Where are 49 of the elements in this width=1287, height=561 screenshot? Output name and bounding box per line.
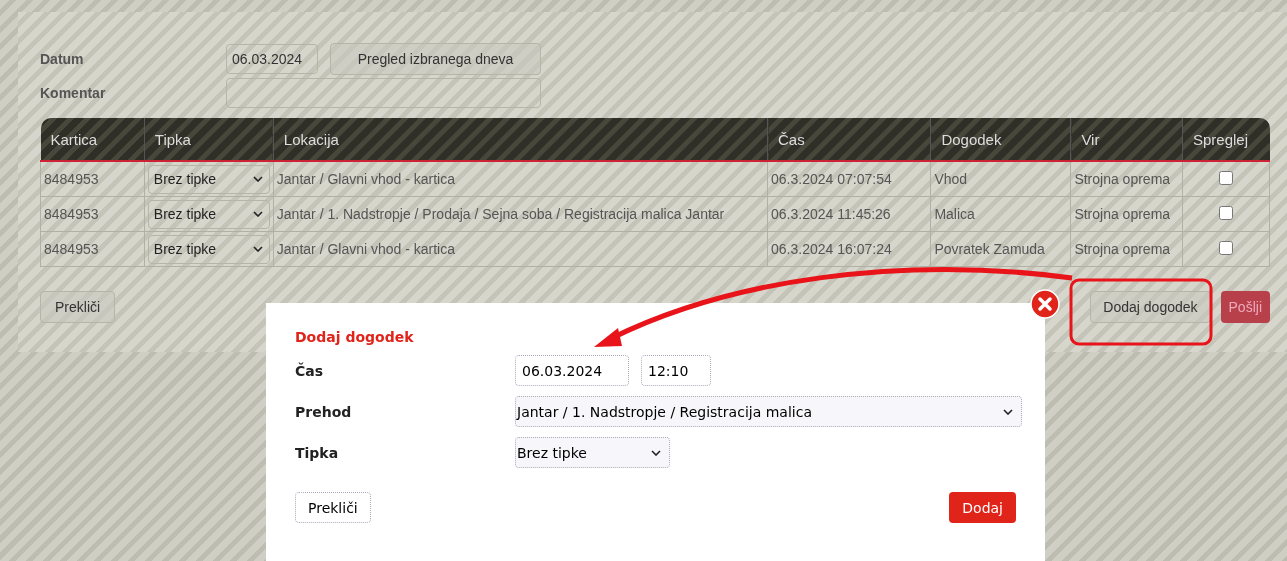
view-day-button[interactable]: Pregled izbranega dneva [330,43,541,75]
cancel-button[interactable]: Prekliči [40,291,116,323]
column-header: Spreglej [1182,118,1270,161]
close-icon[interactable] [1030,289,1060,319]
table-cell: Jantar / Glavni vhod - kartica [273,231,768,267]
table-cell: Vhod [930,161,1071,197]
add-event-button[interactable]: Dodaj dogodek [1090,291,1211,323]
field-label: Čas [295,362,325,379]
field-label: Tipka [295,444,340,461]
key-select[interactable]: Brez tipke [147,199,270,229]
column-header: Čas [767,118,931,161]
table-cell: 06.3.2024 16:07:24 [767,231,931,267]
dropdown[interactable]: Jantar / 1. Nadstropje / Registracija malica [515,396,1022,427]
key-select[interactable]: Brez tipke [147,234,270,264]
add-button[interactable]: Dodaj [949,492,1016,523]
dialog-title: Dodaj dogodek [295,329,415,345]
review-checkbox[interactable] [1219,240,1233,255]
table-cell: Povratek Zamuda [930,231,1071,267]
review-checkbox[interactable] [1219,205,1233,220]
caret-icon [651,449,661,456]
table-cell: Malica [930,196,1071,232]
table-cell: 06.3.2024 11:45:26 [767,196,931,232]
column-header: Tipka [144,118,274,161]
table-cell: 06.3.2024 07:07:54 [767,161,931,197]
caret-icon [252,176,263,182]
table-cell: Strojna oprema [1070,161,1183,197]
date-field[interactable]: 06.03.2024 [226,44,318,74]
column-header: Vir [1070,118,1183,161]
column-header: Dogodek [930,118,1071,161]
table-cell: 8484953 [40,196,145,232]
column-header: Lokacija [273,118,768,161]
caret-icon [252,246,263,252]
table-cell: Jantar / 1. Nadstropje / Prodaja / Sejna soba / Registracija malica Jantar [273,196,768,232]
cancel-button[interactable]: Prekliči [295,492,371,523]
column-header: Kartica [40,118,145,161]
field-label: Datum [40,51,85,67]
comment-field[interactable] [226,78,541,108]
caret-icon [252,211,263,217]
field-label: Komentar [40,85,107,101]
caret-icon [1003,408,1013,415]
key-select[interactable]: Brez tipke [147,164,270,194]
table-cell: 8484953 [40,231,145,267]
table-cell: Strojna oprema [1070,231,1183,267]
review-checkbox[interactable] [1219,170,1233,185]
table-cell: 8484953 [40,161,145,197]
dropdown[interactable]: Brez tipke [515,437,670,468]
field-label: Prehod [295,403,353,420]
table-cell: Jantar / Glavni vhod - kartica [273,161,768,197]
table-cell: Strojna oprema [1070,196,1183,232]
